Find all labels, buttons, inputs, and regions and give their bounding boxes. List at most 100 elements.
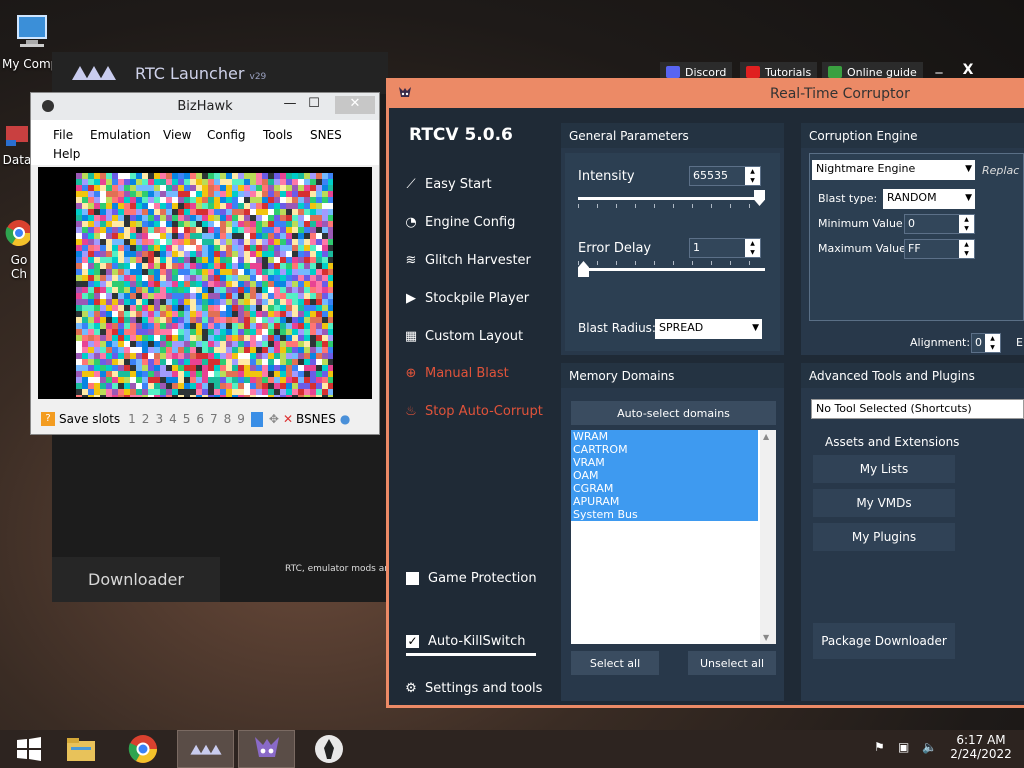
bizhawk-minimize-button[interactable]: — bbox=[279, 96, 301, 116]
save-slot-4[interactable]: 4 bbox=[169, 412, 177, 426]
save-slot-8[interactable]: 8 bbox=[224, 412, 232, 426]
menu-emulation[interactable]: Emulation bbox=[90, 128, 151, 142]
taskbar-rtc-launcher[interactable] bbox=[177, 730, 234, 768]
action-center-flag-icon[interactable]: ⚑ bbox=[874, 740, 885, 754]
save-slot-3[interactable]: 3 bbox=[155, 412, 163, 426]
taskbar-chrome[interactable] bbox=[114, 730, 171, 768]
nav-custom-layout[interactable]: ▦ Custom Layout bbox=[403, 326, 523, 346]
save-slot-5[interactable]: 5 bbox=[183, 412, 191, 426]
domain-item[interactable]: VRAM bbox=[571, 456, 758, 469]
menu-config[interactable]: Config bbox=[207, 128, 246, 142]
minimum-value-input[interactable]: 0 ▲ ▼ bbox=[904, 214, 975, 234]
domain-item[interactable]: APURAM bbox=[571, 495, 758, 508]
maximum-value-input[interactable]: FF ▲ ▼ bbox=[904, 239, 975, 259]
glitch-pixel bbox=[274, 173, 280, 179]
game-protection-checkbox[interactable]: Game Protection bbox=[406, 571, 537, 586]
my-vmds-button[interactable]: My VMDs bbox=[813, 489, 955, 517]
error-delay-input[interactable]: 1 ▲ ▼ bbox=[689, 238, 761, 258]
domain-item[interactable]: System Bus bbox=[571, 508, 758, 521]
start-button[interactable] bbox=[0, 730, 57, 768]
glitch-pixel bbox=[280, 251, 286, 257]
launcher-minimize-button[interactable]: _ bbox=[927, 58, 951, 78]
taskbar-bizhawk[interactable] bbox=[300, 730, 357, 768]
save-slot-7[interactable]: 7 bbox=[210, 412, 218, 426]
blast-radius-select[interactable]: SPREAD ▼ bbox=[655, 319, 762, 339]
glitch-pixel bbox=[244, 347, 250, 353]
glitch-pixel bbox=[106, 281, 112, 287]
save-slot-6[interactable]: 6 bbox=[196, 412, 204, 426]
spinner-arrows-icon[interactable]: ▲ ▼ bbox=[745, 239, 760, 257]
volume-muted-icon[interactable]: 🔈 bbox=[922, 740, 937, 754]
intensity-slider-track[interactable] bbox=[578, 197, 765, 200]
glitch-pixel bbox=[172, 293, 178, 299]
nav-engine-config[interactable]: ◔ Engine Config bbox=[403, 212, 515, 232]
blast-type-select[interactable]: RANDOM ▼ bbox=[883, 189, 975, 209]
desktop-icon-data[interactable]: Data bbox=[0, 118, 34, 167]
glitch-pixel bbox=[232, 275, 238, 281]
save-slot-1[interactable]: 1 bbox=[128, 412, 136, 426]
my-lists-button[interactable]: My Lists bbox=[813, 455, 955, 483]
menu-help[interactable]: Help bbox=[53, 147, 80, 161]
memory-domains-list[interactable]: WRAM CARTROM VRAM OAM CGRAM APURAM Syste… bbox=[571, 430, 776, 644]
package-downloader-button[interactable]: Package Downloader bbox=[813, 623, 955, 659]
glitch-pixel bbox=[160, 173, 166, 179]
emulator-screen[interactable] bbox=[38, 167, 372, 399]
spinner-arrows-icon[interactable]: ▲ ▼ bbox=[985, 334, 1000, 352]
glitch-pixel bbox=[310, 287, 316, 293]
save-slot-2[interactable]: 2 bbox=[142, 412, 150, 426]
nav-glitch-harvester[interactable]: ≋ Glitch Harvester bbox=[403, 250, 531, 270]
menu-tools[interactable]: Tools bbox=[263, 128, 293, 142]
taskbar-file-explorer[interactable] bbox=[52, 730, 109, 768]
taskbar-rtcv[interactable] bbox=[238, 730, 295, 768]
clock[interactable]: 6:17 AM 2/24/2022 bbox=[950, 733, 1012, 761]
glitch-pixel bbox=[286, 299, 292, 305]
glitch-pixel bbox=[142, 221, 148, 227]
nav-settings-and-tools[interactable]: ⚙ Settings and tools bbox=[403, 678, 542, 698]
scroll-down-icon[interactable]: ▼ bbox=[763, 633, 769, 642]
glitch-pixel bbox=[118, 215, 124, 221]
domain-item[interactable]: WRAM bbox=[571, 430, 758, 443]
network-icon[interactable]: ▣ bbox=[898, 740, 909, 754]
glitch-pixel bbox=[262, 335, 268, 341]
engine-select[interactable]: Nightmare Engine ▼ bbox=[812, 160, 975, 180]
glitch-pixel bbox=[112, 335, 118, 341]
menu-file[interactable]: File bbox=[53, 128, 73, 142]
glitch-pixel bbox=[154, 203, 160, 209]
downloader-button[interactable]: Downloader bbox=[52, 557, 220, 602]
glitch-pixel bbox=[274, 335, 280, 341]
glitch-pixel bbox=[148, 389, 154, 395]
glitch-pixel bbox=[262, 299, 268, 305]
spinner-arrows-icon[interactable]: ▲ ▼ bbox=[959, 215, 974, 233]
spinner-arrows-icon[interactable]: ▲ ▼ bbox=[745, 167, 760, 185]
glitch-pixel bbox=[184, 179, 190, 185]
intensity-input[interactable]: 65535 ▲ ▼ bbox=[689, 166, 761, 186]
domain-item[interactable]: CGRAM bbox=[571, 482, 758, 495]
menu-snes[interactable]: SNES bbox=[310, 128, 342, 142]
spinner-arrows-icon[interactable]: ▲ ▼ bbox=[959, 240, 974, 258]
nav-stockpile-player[interactable]: ▶ Stockpile Player bbox=[403, 288, 529, 308]
glitch-pixel bbox=[118, 263, 124, 269]
scroll-up-icon[interactable]: ▲ bbox=[763, 432, 769, 441]
unselect-all-button[interactable]: Unselect all bbox=[688, 651, 776, 675]
auto-select-domains-button[interactable]: Auto-select domains bbox=[571, 401, 776, 425]
glitch-pixel bbox=[268, 329, 274, 335]
error-delay-slider-track[interactable] bbox=[578, 268, 765, 271]
nav-stop-auto-corrupt[interactable]: ♨ Stop Auto-Corrupt bbox=[403, 401, 543, 421]
glitch-pixel bbox=[298, 359, 304, 365]
select-all-button[interactable]: Select all bbox=[571, 651, 659, 675]
glitch-pixel bbox=[304, 281, 310, 287]
domains-scrollbar[interactable]: ▲ ▼ bbox=[760, 430, 776, 644]
auto-killswitch-checkbox[interactable]: ✓ Auto-KillSwitch bbox=[406, 634, 525, 649]
glitch-pixel bbox=[178, 263, 184, 269]
bizhawk-maximize-button[interactable]: ☐ bbox=[303, 96, 325, 116]
menu-view[interactable]: View bbox=[163, 128, 191, 142]
my-plugins-button[interactable]: My Plugins bbox=[813, 523, 955, 551]
tool-shortcut-select[interactable]: No Tool Selected (Shortcuts) bbox=[811, 399, 1024, 419]
domain-item[interactable]: OAM bbox=[571, 469, 758, 482]
domain-item[interactable]: CARTROM bbox=[571, 443, 758, 456]
nav-manual-blast[interactable]: ⊕ Manual Blast bbox=[403, 363, 509, 383]
bizhawk-close-button[interactable]: ✕ bbox=[335, 96, 375, 114]
nav-easy-start[interactable]: ⟋ Easy Start bbox=[403, 174, 491, 194]
save-slot-9[interactable]: 9 bbox=[237, 412, 245, 426]
alignment-input[interactable]: 0 ▲ ▼ bbox=[971, 333, 1001, 353]
